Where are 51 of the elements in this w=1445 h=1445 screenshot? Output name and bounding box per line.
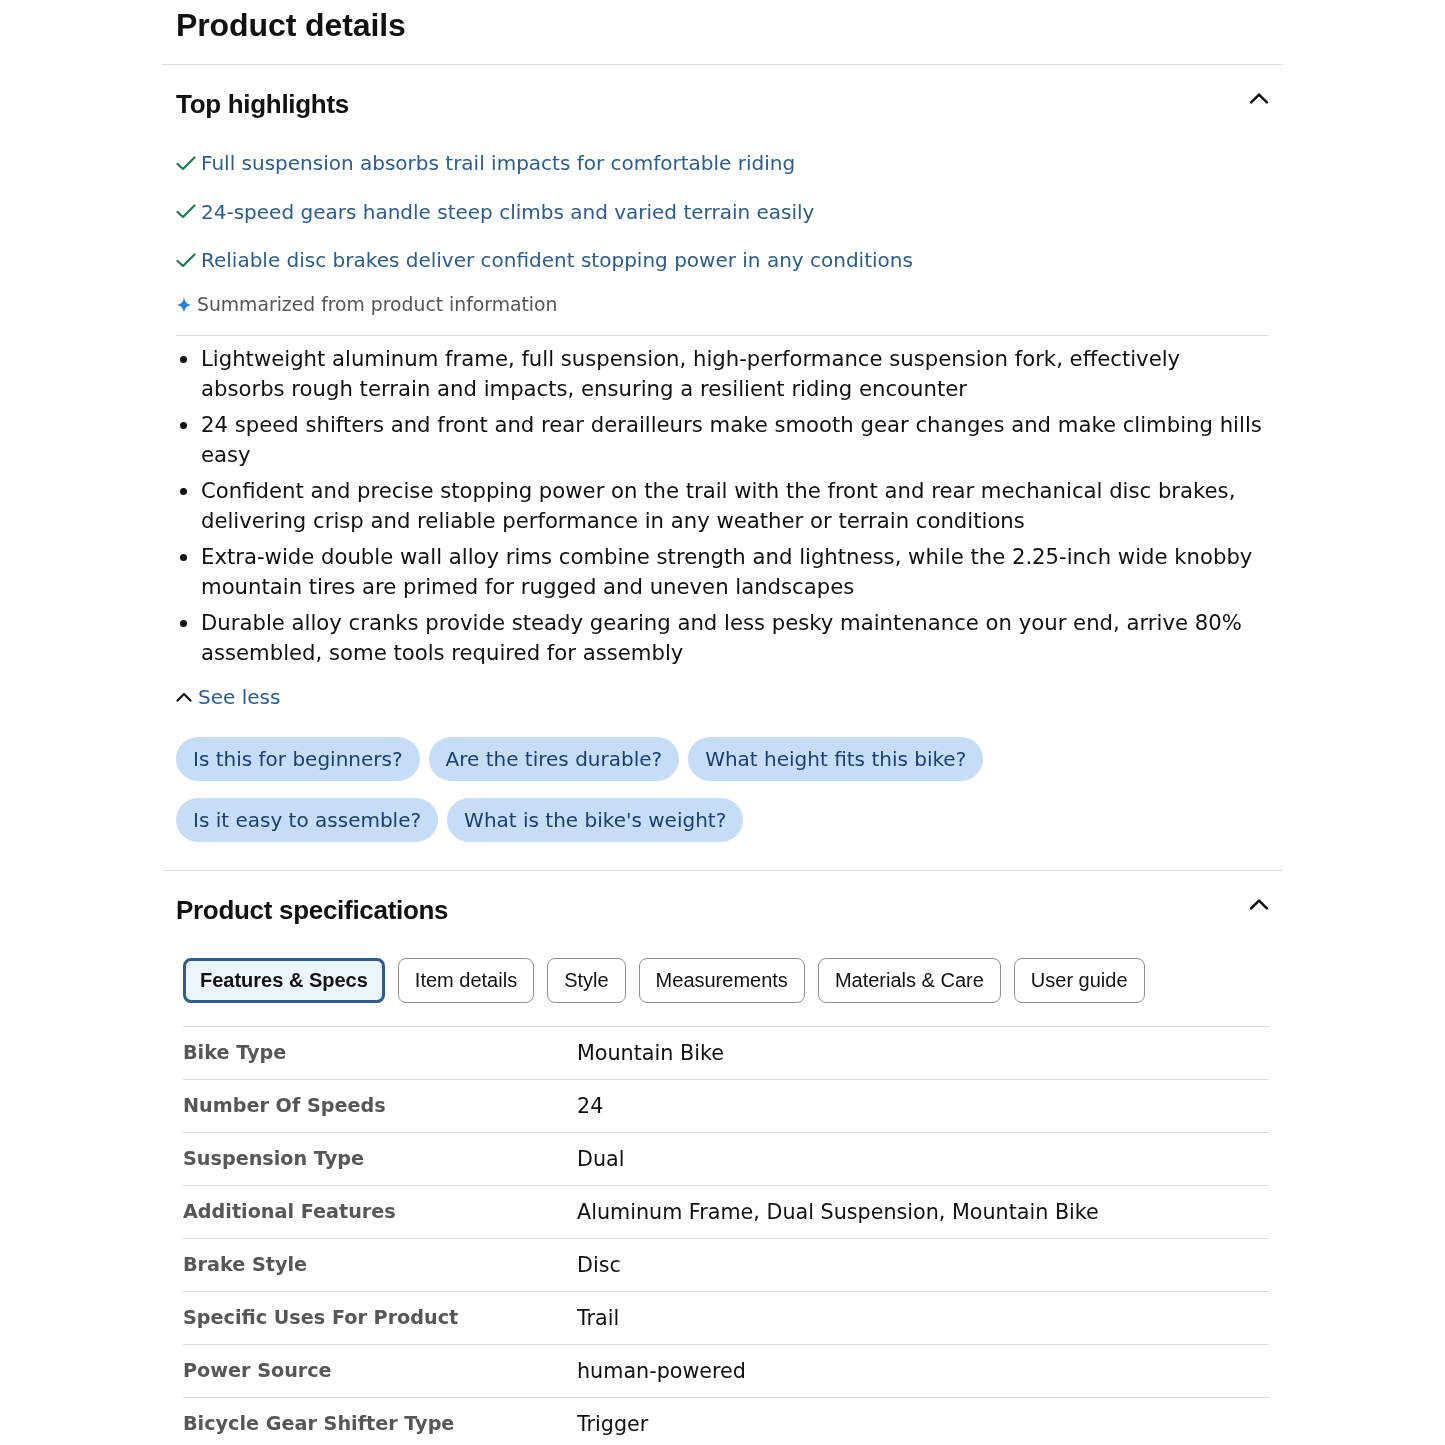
summary-note: Summarized from product information [197, 293, 558, 317]
bullet-icon [180, 487, 187, 495]
spec-label: Power Source [183, 1358, 333, 1384]
spec-value: Disc [577, 1252, 621, 1279]
check-icon [176, 252, 196, 268]
chevron-up-icon[interactable] [1250, 91, 1268, 105]
spec-tab[interactable]: Features & Specs [183, 958, 385, 1003]
see-less-link[interactable]: See less [176, 682, 281, 712]
spec-label: Bicycle Gear Shifter Type [183, 1411, 456, 1437]
spec-tab[interactable]: Style [547, 958, 626, 1003]
bullet-icon [180, 619, 187, 627]
spec-tab[interactable]: User guide [1013, 958, 1145, 1003]
section-title: Product specifications [176, 894, 449, 927]
question-chip[interactable]: Are the tires durable? [428, 737, 680, 781]
question-chip[interactable]: Is it easy to assemble? [176, 798, 439, 842]
bullet-icon [180, 421, 187, 429]
spec-label: Suspension Type [183, 1146, 365, 1172]
feature-text: Confident and precise stopping power on the trail with the front and rear mechanical disc brakes, delivering crisp and reliable performance in any weather or terrain conditions [201, 477, 1237, 535]
bullet-icon [180, 355, 187, 363]
check-icon [176, 204, 196, 219]
feature-text: Lightweight aluminum frame, full suspension, high-performance suspension fork, effectively absorbs rough terrain and impacts, ensuring a resilient riding encounter [201, 345, 1182, 403]
question-chip[interactable]: What is the bike's weight? [447, 798, 744, 842]
spec-label: Additional Features [183, 1199, 397, 1225]
spec-value: Mountain Bike [577, 1040, 724, 1067]
spec-value: Trail [577, 1305, 620, 1332]
feature-text: Durable alloy cranks provide steady gearing and less pesky maintenance on your end, arrive 80% assembled, some tools required for assembly [201, 609, 1243, 667]
spec-label: Specific Uses For Product [183, 1305, 460, 1331]
question-chip[interactable]: What height fits this bike? [688, 737, 984, 781]
check-icon [176, 155, 196, 171]
bullet-icon [180, 553, 187, 561]
page-title: Product details [162, 0, 1283, 65]
spec-value: 24 [577, 1093, 604, 1120]
feature-text: Extra-wide double wall alloy rims combine strength and lightness, while the 2.25-inch wide knobby mountain tires are primed for rugged and uneven landscapes [201, 543, 1254, 601]
spec-label: Brake Style [183, 1252, 309, 1278]
spec-tab[interactable]: Measurements [638, 958, 805, 1003]
highlight-text: Full suspension absorbs trail impacts for comfortable riding [201, 150, 796, 177]
spec-tab[interactable]: Materials & Care [817, 958, 1001, 1003]
spec-tab[interactable]: Item details [397, 958, 535, 1003]
highlight-text: Reliable disc brakes deliver confident stopping power in any conditions [201, 247, 913, 274]
chevron-up-icon[interactable] [1250, 897, 1268, 911]
spec-value: human-powered [577, 1358, 746, 1385]
highlight-text: 24-speed gears handle steep climbs and varied terrain easily [201, 198, 815, 226]
spec-label: Bike Type [183, 1040, 288, 1066]
spec-value: Trigger [577, 1411, 649, 1438]
question-chip[interactable]: Is this for beginners? [176, 737, 420, 781]
spec-value: Dual [577, 1146, 625, 1173]
feature-text: 24 speed shifters and front and rear derailleurs make smooth gear changes and make climbing hills easy [201, 411, 1263, 469]
section-title: Top highlights [176, 88, 349, 121]
sparkle-icon [176, 297, 192, 313]
spec-label: Number Of Speeds [183, 1093, 387, 1119]
spec-value: Aluminum Frame, Dual Suspension, Mountain Bike [577, 1199, 1099, 1226]
